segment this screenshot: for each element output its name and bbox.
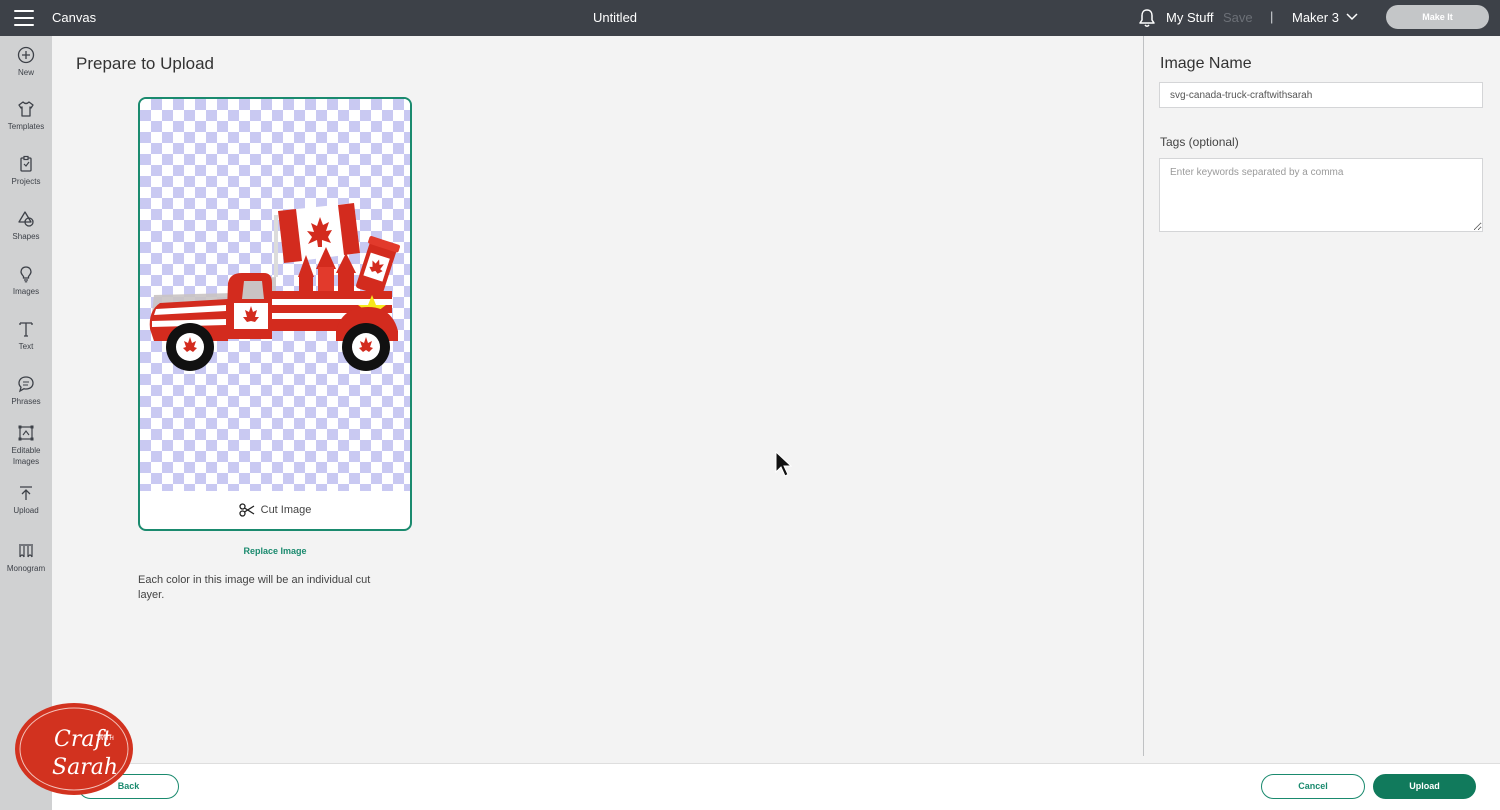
- shirt-icon: [18, 101, 34, 117]
- cancel-button[interactable]: Cancel: [1261, 774, 1365, 799]
- nav-item-monogram[interactable]: Monogram: [0, 542, 52, 574]
- my-stuff-link[interactable]: My Stuff: [1166, 10, 1213, 25]
- nav-item-label: Shapes: [12, 232, 40, 241]
- shapes-icon: [18, 211, 34, 227]
- lightbulb-icon: [20, 266, 32, 283]
- page-title: Prepare to Upload: [76, 54, 214, 73]
- nav-item-templates[interactable]: Templates: [0, 100, 52, 132]
- image-name-input[interactable]: [1159, 82, 1483, 108]
- nav-item-new[interactable]: New: [0, 46, 52, 78]
- speech-bubble-icon: [18, 376, 34, 393]
- bell-icon[interactable]: [1138, 8, 1156, 28]
- plus-circle-icon: [17, 46, 35, 64]
- nav-item-shapes[interactable]: Shapes: [0, 210, 52, 242]
- editable-image-icon: [18, 425, 34, 441]
- panel-divider: [1143, 36, 1144, 756]
- scissors-icon: [238, 503, 254, 517]
- nav-item-label: Monogram: [6, 564, 46, 573]
- nav-item-label: Editable Images: [11, 446, 41, 466]
- nav-item-label: Phrases: [11, 397, 41, 406]
- clipboard-icon: [20, 155, 32, 172]
- top-bar: Canvas Untitled My Stuff Save | Maker 3 …: [0, 0, 1500, 36]
- mouse-cursor-icon: [775, 451, 793, 477]
- nav-item-label: Upload: [13, 506, 39, 515]
- nav-item-label: Projects: [11, 177, 41, 186]
- nav-item-phrases[interactable]: Phrases: [0, 375, 52, 407]
- nav-item-text[interactable]: Text: [0, 320, 52, 352]
- svg-text:Sarah: Sarah: [52, 755, 118, 780]
- upload-icon: [20, 486, 32, 500]
- upload-button[interactable]: Upload: [1373, 774, 1476, 799]
- make-it-button[interactable]: Make It: [1386, 5, 1489, 29]
- craft-with-sarah-logo: Craft WITH Sarah: [15, 703, 133, 795]
- left-nav: New Templates Projects Shapes Images Tex…: [0, 36, 52, 810]
- tags-label: Tags (optional): [1160, 135, 1239, 149]
- image-preview-card: Cut Image: [138, 97, 412, 531]
- tags-input[interactable]: [1159, 158, 1483, 232]
- chevron-down-icon[interactable]: [1346, 12, 1358, 22]
- document-title: Untitled: [592, 10, 638, 25]
- cut-image-option[interactable]: Cut Image: [140, 491, 410, 529]
- nav-item-label: New: [17, 68, 34, 77]
- machine-selector[interactable]: Maker 3: [1292, 10, 1339, 25]
- topbar-separator: |: [1270, 9, 1274, 24]
- nav-item-projects[interactable]: Projects: [0, 155, 52, 187]
- save-button[interactable]: Save: [1223, 10, 1253, 25]
- nav-item-label: Text: [18, 342, 34, 351]
- nav-item-editable-images[interactable]: Editable Images: [0, 424, 52, 467]
- text-icon: [19, 322, 33, 337]
- nav-item-label: Images: [12, 287, 40, 296]
- image-name-heading: Image Name: [1160, 55, 1252, 72]
- canada-truck-image: [149, 203, 400, 371]
- svg-text:WITH: WITH: [98, 735, 114, 742]
- monogram-icon: [19, 544, 33, 558]
- nav-item-label: Templates: [7, 122, 45, 131]
- cut-layer-info: Each color in this image will be an indi…: [138, 574, 371, 601]
- nav-item-upload[interactable]: Upload: [0, 484, 52, 516]
- replace-image-link[interactable]: Replace Image: [138, 546, 412, 556]
- cut-image-label: Cut Image: [260, 504, 312, 516]
- nav-item-images[interactable]: Images: [0, 265, 52, 297]
